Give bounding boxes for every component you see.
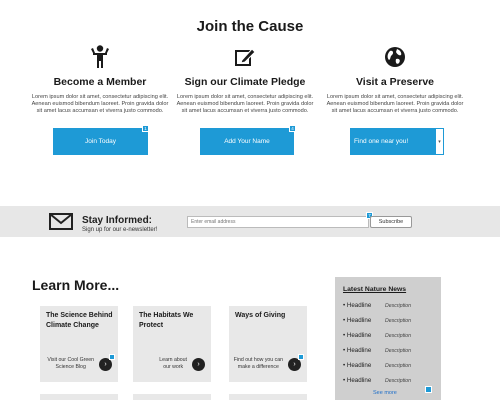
card-title-line: The Habitats We xyxy=(139,312,194,319)
newsletter-title: Stay Informed: xyxy=(82,215,153,226)
section-heading: Sign our Climate Pledge xyxy=(184,76,306,88)
email-field[interactable] xyxy=(187,216,369,228)
news-title[interactable]: Latest Nature News xyxy=(343,286,406,293)
learn-more-heading: Learn More... xyxy=(32,277,120,293)
badge xyxy=(298,354,304,360)
news-description: Description xyxy=(385,303,411,309)
news-headline: Headline xyxy=(346,302,372,309)
subscribe-button[interactable]: Subscribe xyxy=(370,216,412,228)
chevron-down-icon[interactable]: ▾ xyxy=(435,128,444,155)
card-title-line: Ways of Giving xyxy=(235,312,286,319)
card-title: The Habitats We Protect xyxy=(139,311,193,331)
join-today-button[interactable]: Join Today xyxy=(53,128,148,155)
card-link-text[interactable]: Find out how you can make a difference xyxy=(234,357,283,371)
badge xyxy=(425,386,432,393)
find-preserve-select[interactable]: Find one near you! ▾ xyxy=(350,128,444,155)
card-link-line: Visit our Cool Green xyxy=(47,357,94,363)
become-member-section: Become a Member Lorem ipsum dolor sit am… xyxy=(20,44,180,115)
news-headline: Headline xyxy=(346,377,372,384)
learn-card-partial xyxy=(40,394,118,400)
globe-icon xyxy=(315,44,475,70)
news-item[interactable]: • Headline Description xyxy=(343,317,411,324)
news-sidebar: Latest Nature News • Headline Description… xyxy=(335,277,441,400)
card-link-line: Science Blog xyxy=(55,364,86,370)
see-more-link[interactable]: See more xyxy=(373,390,397,396)
news-headline: Headline xyxy=(346,332,372,339)
learn-card[interactable]: Ways of Giving Find out how you can make… xyxy=(229,306,307,382)
newsletter-subtitle: Sign up for our e-newsletter! xyxy=(82,227,158,233)
card-title-line: Protect xyxy=(139,322,164,329)
news-item[interactable]: • Headline Description xyxy=(343,302,411,309)
card-link-line: our work xyxy=(163,364,184,370)
card-title-line: The Science Behind xyxy=(46,312,113,319)
news-description: Description xyxy=(385,333,411,339)
arrow-right-icon[interactable]: › xyxy=(192,358,205,371)
news-headline: Headline xyxy=(346,362,372,369)
card-link-text[interactable]: Visit our Cool Green Science Blog xyxy=(47,357,94,371)
section-heading: Become a Member xyxy=(53,76,147,88)
envelope-icon xyxy=(49,213,73,235)
card-link-line: Find out how you can xyxy=(233,357,283,363)
news-item[interactable]: • Headline Description xyxy=(343,347,411,354)
card-link-line: make a difference xyxy=(237,364,279,370)
person-icon xyxy=(20,44,180,70)
visit-preserve-section: Visit a Preserve Lorem ipsum dolor sit a… xyxy=(315,44,475,115)
learn-card[interactable]: The Science Behind Climate Change Visit … xyxy=(40,306,118,382)
news-headline: Headline xyxy=(346,317,372,324)
card-title-line: Climate Change xyxy=(46,322,99,329)
news-headline: Headline xyxy=(346,347,372,354)
badge: 1 xyxy=(142,125,149,132)
learn-card-partial xyxy=(133,394,211,400)
card-title: The Science Behind Climate Change xyxy=(46,311,113,331)
add-your-name-button[interactable]: Add Your Name xyxy=(200,128,294,155)
news-description: Description xyxy=(385,318,411,324)
section-heading: Visit a Preserve xyxy=(355,76,435,88)
news-item[interactable]: • Headline Description xyxy=(343,377,411,384)
page-title: Join the Cause xyxy=(196,18,304,35)
news-description: Description xyxy=(385,363,411,369)
news-item[interactable]: • Headline Description xyxy=(343,362,411,369)
select-value: Find one near you! xyxy=(354,138,409,145)
edit-pencil-icon xyxy=(165,44,325,70)
card-link-line: Learn about xyxy=(159,357,187,363)
section-body: Lorem ipsum dolor sit amet, consectetur … xyxy=(326,94,464,114)
climate-pledge-section: Sign our Climate Pledge Lorem ipsum dolo… xyxy=(165,44,325,115)
news-description: Description xyxy=(385,348,411,354)
badge xyxy=(109,354,115,360)
learn-card[interactable]: The Habitats We Protect Learn about our … xyxy=(133,306,211,382)
news-item[interactable]: • Headline Description xyxy=(343,332,411,339)
news-description: Description xyxy=(385,378,411,384)
badge: 4 xyxy=(289,125,296,132)
section-body: Lorem ipsum dolor sit amet, consectetur … xyxy=(176,94,314,114)
section-body: Lorem ipsum dolor sit amet, consectetur … xyxy=(31,94,169,114)
card-title: Ways of Giving xyxy=(235,311,285,321)
card-link-text[interactable]: Learn about our work xyxy=(159,357,187,371)
learn-card-partial xyxy=(229,394,307,400)
